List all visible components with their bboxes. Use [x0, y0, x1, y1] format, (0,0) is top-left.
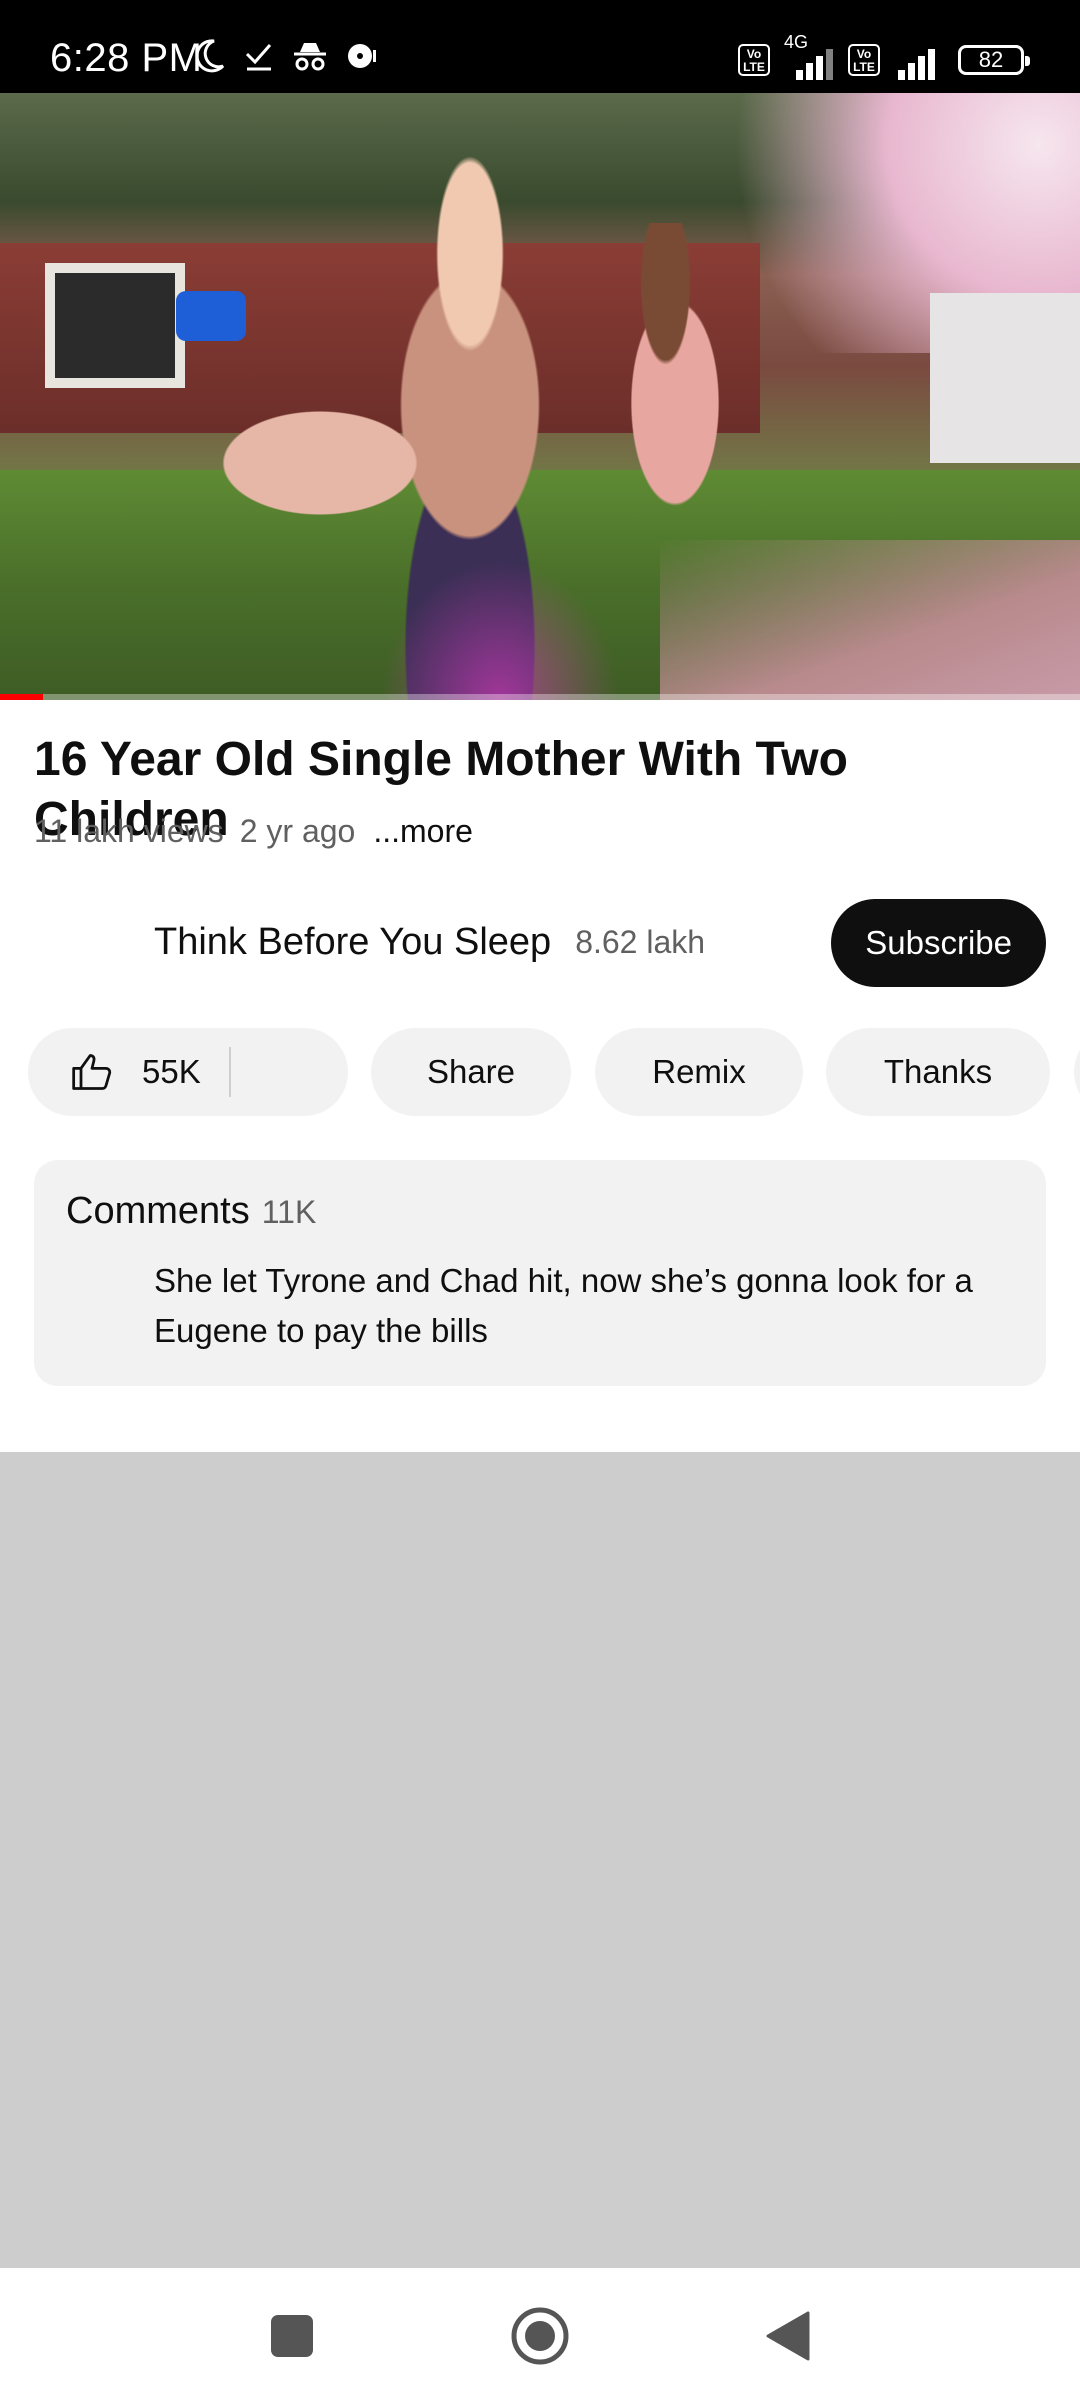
checkmark-icon	[245, 44, 272, 71]
status-right-icons: Vo LTE 4G Vo LTE 82	[738, 32, 1030, 80]
moon-icon	[195, 39, 225, 73]
video-frame-baby	[220, 383, 470, 543]
video-player[interactable]	[0, 93, 1080, 700]
upload-age: 2 yr ago	[239, 813, 356, 849]
status-bar: 6:28 PM Vo LTE 4G Vo LTE 82	[0, 0, 1080, 93]
video-frame-garage	[930, 293, 1080, 463]
loading-placeholder	[0, 1452, 1080, 2268]
comments-count: 11K	[261, 1194, 317, 1230]
view-count: 11 lakh views	[34, 813, 224, 849]
triangle-back-icon	[766, 2311, 810, 2361]
top-comment-text: She let Tyrone and Chad hit, now she’s g…	[154, 1262, 973, 1349]
comments-card[interactable]: Comments 11K She let Tyrone and Chad hit…	[34, 1160, 1046, 1386]
battery-indicator: 82	[958, 45, 1030, 75]
incognito-icon	[294, 43, 326, 71]
comments-header: Comments 11K	[66, 1190, 316, 1233]
subscriber-count: 8.62 lakh	[575, 923, 706, 960]
status-notification-icons	[192, 38, 378, 74]
recents-button[interactable]	[260, 2304, 324, 2368]
more-link[interactable]: ...more	[373, 813, 473, 850]
video-frame-window	[45, 263, 185, 388]
like-count: 55K	[142, 1053, 201, 1090]
video-frame-mailbox	[176, 291, 246, 341]
video-frame-glow	[380, 560, 620, 700]
remix-button[interactable]: Remix	[595, 1028, 803, 1116]
network-type-label: 4G	[784, 32, 809, 52]
system-nav-bar	[0, 2268, 1080, 2400]
channel-avatar[interactable]	[34, 899, 120, 985]
channel-name[interactable]: Think Before You Sleep	[154, 921, 551, 964]
like-button[interactable]: 55K	[28, 1028, 348, 1116]
comments-title: Comments	[66, 1190, 250, 1232]
more-actions-chip[interactable]	[1074, 1028, 1080, 1116]
back-button[interactable]	[756, 2304, 820, 2368]
volte-badge: Vo LTE	[738, 44, 770, 76]
video-meta[interactable]: 11 lakh views 2 yr ago ...more	[34, 813, 473, 850]
volte-badge-2: Vo LTE	[848, 44, 880, 76]
media-icon	[348, 44, 376, 68]
like-dislike-divider	[228, 1047, 231, 1097]
share-button[interactable]: Share	[371, 1028, 571, 1116]
signal-strength-icon-2	[894, 40, 944, 80]
signal-strength-icon: 4G	[784, 32, 834, 80]
square-icon	[271, 2315, 313, 2357]
commenter-avatar	[66, 1264, 120, 1318]
app-root: 6:28 PM Vo LTE 4G Vo LTE 82 16 Year Old …	[0, 0, 1080, 2400]
status-time: 6:28 PM	[50, 36, 203, 80]
thumbs-up-icon	[72, 1054, 112, 1090]
thanks-button[interactable]: Thanks	[826, 1028, 1050, 1116]
channel-row[interactable]: Think Before You Sleep 8.62 lakh Subscri…	[34, 896, 1046, 988]
video-progress-bar[interactable]	[0, 694, 1080, 700]
video-progress-fill	[0, 694, 44, 700]
circle-icon	[511, 2307, 569, 2365]
subscribe-button[interactable]: Subscribe	[831, 899, 1046, 987]
action-bar: 55K Share Remix Thanks	[28, 1028, 1080, 1116]
home-button[interactable]	[508, 2304, 572, 2368]
